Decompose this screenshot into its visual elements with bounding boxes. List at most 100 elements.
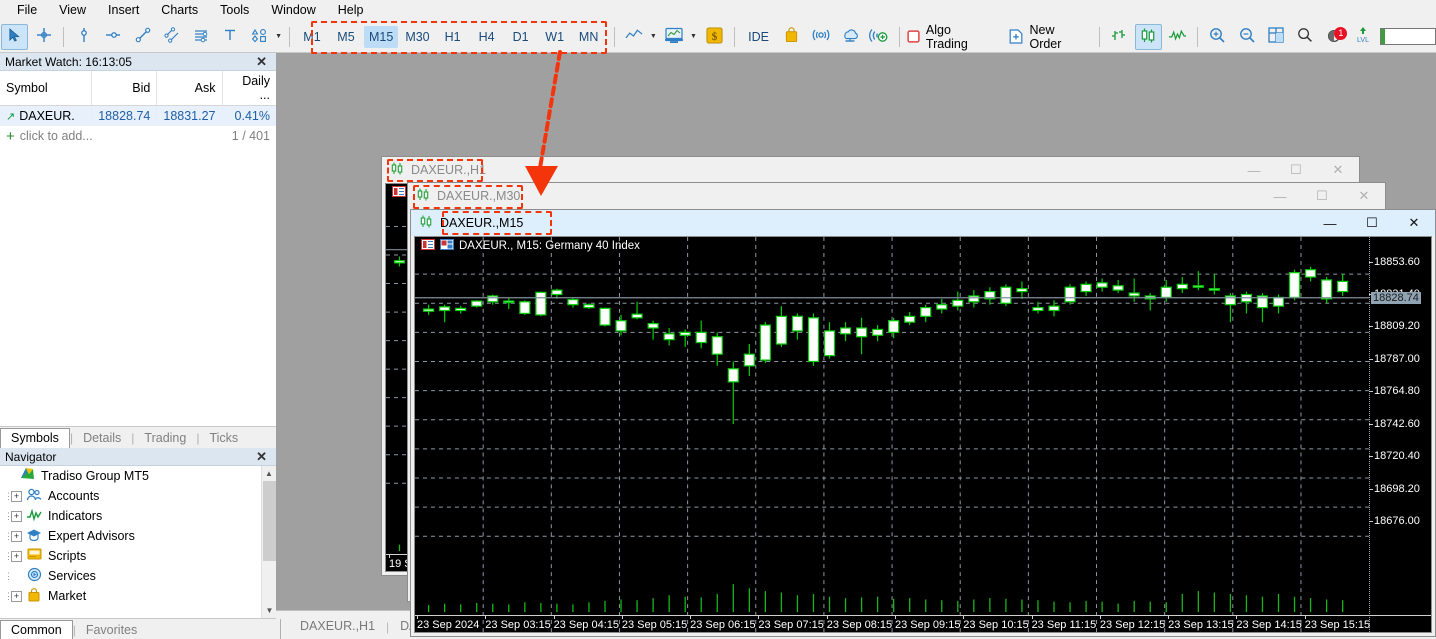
close-icon[interactable]: ✕ bbox=[1343, 184, 1385, 209]
chart-m15-time-axis[interactable]: 23 Sep 202423 Sep 03:1523 Sep 04:1523 Se… bbox=[415, 615, 1431, 632]
chart-window-h1-title-bar[interactable]: DAXEUR.,H1 — ☐ ✕ bbox=[382, 157, 1359, 183]
menu-item-help[interactable]: Help bbox=[327, 1, 375, 19]
vps-button[interactable] bbox=[836, 24, 863, 50]
candlestick-chart-mode-button[interactable] bbox=[1135, 24, 1162, 50]
chart-m15-price-axis[interactable]: 18853.6018831.4018809.2018787.0018764.80… bbox=[1369, 237, 1431, 632]
algo-trading-button[interactable]: Algo Trading bbox=[905, 24, 1000, 50]
shapes-dropdown-caret-icon[interactable]: ▼ bbox=[275, 33, 282, 40]
trendline-tool-button[interactable] bbox=[129, 24, 156, 50]
level-button[interactable]: LVL bbox=[1350, 24, 1375, 50]
timeframe-button-d1[interactable]: D1 bbox=[505, 26, 537, 48]
expand-toggle-icon[interactable]: + bbox=[11, 511, 22, 522]
bar-chart-mode-button[interactable] bbox=[1106, 24, 1133, 50]
expand-toggle-icon[interactable]: + bbox=[11, 531, 22, 542]
shapes-tool-button[interactable] bbox=[246, 24, 273, 50]
market-watch-close-icon[interactable]: ✕ bbox=[252, 55, 271, 68]
navigator-item-accounts[interactable]: ⋮+Accounts bbox=[0, 486, 276, 506]
tab-common[interactable]: Common bbox=[0, 620, 73, 639]
column-header-ask[interactable]: Ask bbox=[157, 71, 222, 106]
minimize-icon[interactable]: — bbox=[1309, 211, 1351, 236]
vertical-line-tool-button[interactable] bbox=[70, 24, 97, 50]
column-header-symbol[interactable]: Symbol bbox=[0, 71, 92, 106]
chart-window-m15-body[interactable]: DAXEUR., M15: Germany 40 Index 18853.601… bbox=[414, 236, 1432, 633]
maximize-icon[interactable]: ☐ bbox=[1301, 184, 1343, 209]
menu-item-charts[interactable]: Charts bbox=[150, 1, 209, 19]
crosshair-tool-button[interactable] bbox=[30, 24, 57, 50]
navigator-item-services[interactable]: ⋮Services bbox=[0, 566, 276, 586]
zoom-out-button[interactable] bbox=[1233, 24, 1260, 50]
expand-toggle-icon[interactable]: + bbox=[11, 551, 22, 562]
close-icon[interactable]: ✕ bbox=[1317, 158, 1359, 183]
menu-item-tools[interactable]: Tools bbox=[209, 1, 260, 19]
price-tick-label: 18809.20 bbox=[1374, 320, 1420, 332]
column-header-daily[interactable]: Daily ... bbox=[222, 71, 276, 106]
maximize-icon[interactable]: ☐ bbox=[1351, 211, 1393, 236]
navigator-item-indicators[interactable]: ⋮+Indicators bbox=[0, 506, 276, 526]
timeframe-button-m1[interactable]: M1 bbox=[296, 26, 328, 48]
cursor-tool-button[interactable] bbox=[1, 24, 28, 50]
navigator-item-label: Accounts bbox=[48, 489, 99, 503]
new-order-button[interactable]: New Order bbox=[1007, 24, 1093, 50]
navigator-scrollbar[interactable]: ▲ ▼ bbox=[261, 466, 276, 618]
menu-item-view[interactable]: View bbox=[48, 1, 97, 19]
currency-button[interactable]: $ bbox=[701, 24, 728, 50]
chevron-down-icon[interactable]: ▼ bbox=[262, 603, 277, 618]
navigator-close-icon[interactable]: ✕ bbox=[252, 450, 271, 463]
bar-chart-icon bbox=[1110, 28, 1128, 46]
minimize-icon[interactable]: — bbox=[1233, 158, 1275, 183]
timeframe-button-mn[interactable]: MN bbox=[573, 26, 605, 48]
fibonacci-tool-button[interactable] bbox=[187, 24, 214, 50]
chart-m15-title-text: DAXEUR., M15: Germany 40 Index bbox=[459, 240, 640, 252]
time-tick-label: 23 Sep 12:15 bbox=[1100, 619, 1165, 631]
search-button[interactable] bbox=[1292, 24, 1319, 50]
chart-window-m30-title-bar[interactable]: DAXEUR.,M30 — ☐ ✕ bbox=[408, 183, 1385, 209]
horizontal-line-tool-button[interactable] bbox=[100, 24, 127, 50]
chart-tab-daxeurh1[interactable]: DAXEUR.,H1 bbox=[289, 616, 386, 637]
cell-bid: 18828.74 bbox=[92, 106, 157, 127]
maximize-icon[interactable]: ☐ bbox=[1275, 158, 1317, 183]
table-row[interactable]: ↗DAXEUR.18828.7418831.270.41% bbox=[0, 106, 276, 127]
timeframe-button-m5[interactable]: M5 bbox=[330, 26, 362, 48]
expand-toggle-icon[interactable]: + bbox=[11, 491, 22, 502]
navigator-item-scripts[interactable]: ⋮+Scripts bbox=[0, 546, 276, 566]
scrollbar-thumb[interactable] bbox=[263, 481, 276, 561]
navigator-item-market[interactable]: ⋮+Market bbox=[0, 586, 276, 606]
market-watch-add-row[interactable]: + click to add... 1 / 401 bbox=[0, 126, 276, 146]
timeframe-button-h4[interactable]: H4 bbox=[471, 26, 503, 48]
ide-button[interactable]: IDE bbox=[740, 25, 777, 49]
signals-button[interactable] bbox=[807, 24, 834, 50]
chart-window-m15-title-bar[interactable]: DAXEUR.,M15 — ☐ ✕ bbox=[411, 210, 1435, 236]
notifications-button[interactable]: 1 bbox=[1321, 24, 1348, 50]
market-button[interactable] bbox=[778, 24, 805, 50]
text-tool-button[interactable] bbox=[217, 24, 244, 50]
tab-ticks[interactable]: Ticks bbox=[199, 429, 248, 448]
zoom-in-button[interactable] bbox=[1204, 24, 1231, 50]
close-icon[interactable]: ✕ bbox=[1393, 211, 1435, 236]
copy-trading-button[interactable] bbox=[866, 24, 893, 50]
menu-item-file[interactable]: File bbox=[6, 1, 48, 19]
templates-button[interactable] bbox=[661, 24, 688, 50]
equidistant-channel-tool-button[interactable] bbox=[158, 24, 185, 50]
menu-item-insert[interactable]: Insert bbox=[97, 1, 150, 19]
minimize-icon[interactable]: — bbox=[1259, 184, 1301, 209]
line-chart-mode-button[interactable] bbox=[1164, 24, 1191, 50]
tab-favorites[interactable]: Favorites bbox=[76, 621, 147, 639]
chart-window-m15[interactable]: DAXEUR.,M15 — ☐ ✕ DAXEUR., M15: Germany … bbox=[410, 209, 1436, 637]
navigator-root-item[interactable]: Tradiso Group MT5 bbox=[0, 466, 276, 486]
tab-trading[interactable]: Trading bbox=[134, 429, 196, 448]
timeframe-button-w1[interactable]: W1 bbox=[539, 26, 571, 48]
expand-toggle-icon[interactable]: + bbox=[11, 591, 22, 602]
timeframe-button-m15[interactable]: M15 bbox=[364, 26, 398, 48]
tab-symbols[interactable]: Symbols bbox=[0, 428, 70, 449]
tab-details[interactable]: Details bbox=[73, 429, 131, 448]
chevron-up-icon[interactable]: ▲ bbox=[262, 466, 276, 481]
timeframe-button-h1[interactable]: H1 bbox=[437, 26, 469, 48]
timeframe-button-m30[interactable]: M30 bbox=[400, 26, 434, 48]
indicators-dropdown-caret-icon[interactable]: ▼ bbox=[650, 33, 657, 40]
templates-dropdown-caret-icon[interactable]: ▼ bbox=[690, 33, 697, 40]
indicators-list-button[interactable] bbox=[621, 24, 648, 50]
menu-item-window[interactable]: Window bbox=[260, 1, 326, 19]
column-header-bid[interactable]: Bid bbox=[92, 71, 157, 106]
tile-windows-button[interactable] bbox=[1263, 24, 1290, 50]
navigator-item-expert-advisors[interactable]: ⋮+Expert Advisors bbox=[0, 526, 276, 546]
